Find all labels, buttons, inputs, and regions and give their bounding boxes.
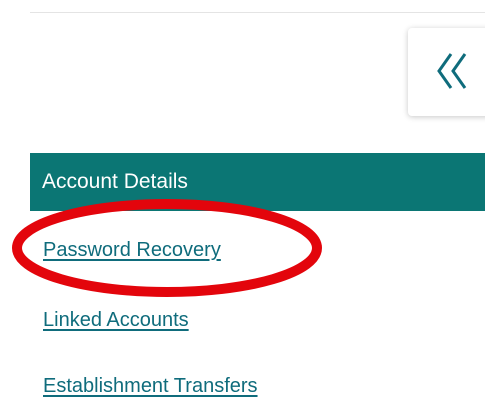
section-header-account-details: Account Details <box>30 153 485 211</box>
double-chevron-left-icon <box>437 53 467 89</box>
nav-link-password-recovery[interactable]: Password Recovery <box>43 239 221 262</box>
section-header-label: Account Details <box>42 170 188 193</box>
page: Account Details Password Recovery Linked… <box>0 0 485 419</box>
top-divider <box>30 12 485 13</box>
collapse-sidebar-button[interactable] <box>408 28 485 116</box>
nav-link-linked-accounts[interactable]: Linked Accounts <box>43 309 189 332</box>
nav-link-establishment-transfers[interactable]: Establishment Transfers <box>43 375 258 398</box>
account-side-nav: Account Details Password Recovery Linked… <box>30 153 485 397</box>
